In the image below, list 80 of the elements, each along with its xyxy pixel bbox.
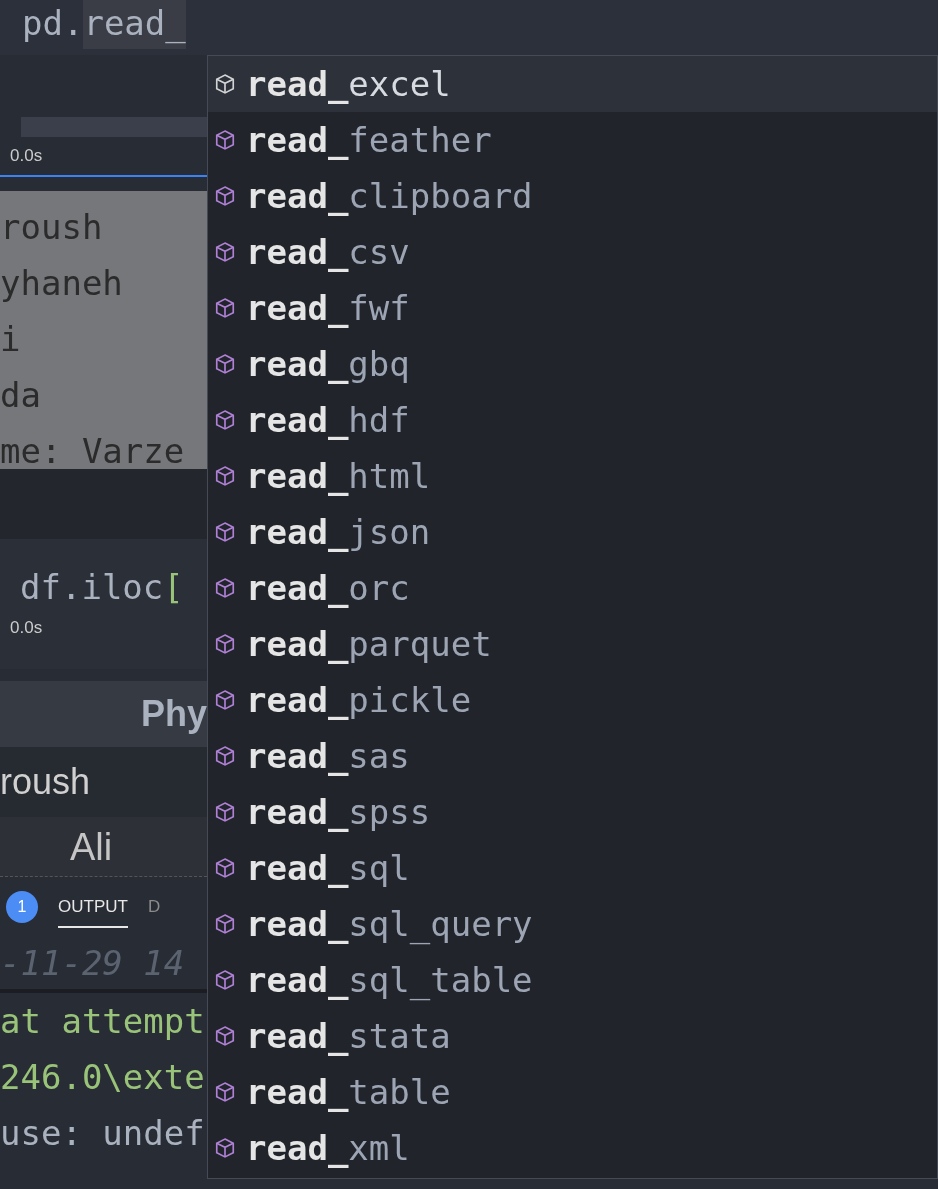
suggestion-item[interactable]: read_feather	[208, 112, 937, 168]
cube-icon	[214, 1137, 236, 1159]
count-badge: 1	[6, 891, 38, 923]
suggestion-item[interactable]: read_html	[208, 448, 937, 504]
cube-icon	[214, 241, 236, 263]
suggestion-item[interactable]: read_sql	[208, 840, 937, 896]
cube-icon	[214, 297, 236, 319]
suggestion-item[interactable]: read_sas	[208, 728, 937, 784]
cube-icon	[214, 745, 236, 767]
table-header: Phy	[140, 696, 207, 732]
log-line: use: undef	[0, 1111, 206, 1155]
table-cell: roush	[0, 764, 91, 800]
code-text: read_	[83, 0, 186, 49]
panel-tab[interactable]: OUTPUT	[58, 886, 128, 928]
suggestion-label: read_orc	[246, 566, 410, 610]
duration-text: 0.0s	[10, 617, 44, 639]
cube-icon	[214, 521, 236, 543]
suggestion-item[interactable]: read_sql_query	[208, 896, 937, 952]
cube-icon	[214, 969, 236, 991]
output-line: yhaneh	[0, 262, 124, 305]
cube-icon	[214, 129, 236, 151]
panel-tab[interactable]: D	[147, 886, 161, 928]
suggestion-item[interactable]: read_xml	[208, 1120, 937, 1176]
suggestion-label: read_csv	[246, 230, 410, 274]
suggestion-label: read_fwf	[246, 286, 410, 330]
log-line: 246.0\exte	[0, 1055, 206, 1099]
suggestion-item[interactable]: read_csv	[208, 224, 937, 280]
cube-icon	[214, 857, 236, 879]
suggestion-label: read_sql_table	[246, 958, 533, 1003]
suggestion-item[interactable]: read_gbq	[208, 336, 937, 392]
cube-icon	[214, 409, 236, 431]
suggestion-item[interactable]: read_fwf	[208, 280, 937, 336]
duration-text: 0.0s	[10, 145, 43, 168]
suggestion-item[interactable]: read_pickle	[208, 672, 937, 728]
suggestion-label: read_gbq	[246, 342, 410, 386]
cube-icon	[214, 1081, 236, 1103]
suggestion-label: read_parquet	[246, 622, 492, 666]
suggestion-label: read_spss	[246, 790, 431, 834]
suggestion-item[interactable]: read_table	[208, 1064, 937, 1120]
suggestion-item[interactable]: read_parquet	[208, 616, 937, 672]
suggestion-item[interactable]: read_clipboard	[208, 168, 937, 224]
output-line: i	[0, 318, 22, 361]
cube-icon	[214, 633, 236, 655]
suggestion-label: read_hdf	[246, 398, 410, 442]
suggestion-item[interactable]: read_hdf	[208, 392, 937, 448]
log-line: at attempt	[0, 999, 206, 1043]
suggestion-label: read_feather	[246, 118, 492, 162]
suggestion-label: read_stata	[246, 1014, 451, 1058]
code-text: pd.	[22, 2, 84, 45]
cube-icon	[214, 1025, 236, 1047]
cube-icon	[214, 913, 236, 935]
bracket-text: [	[163, 565, 184, 609]
suggestion-item[interactable]: read_json	[208, 504, 937, 560]
suggestion-label: read_pickle	[246, 678, 472, 722]
suggestion-label: read_html	[246, 454, 431, 498]
cube-icon	[214, 689, 236, 711]
cube-icon	[214, 801, 236, 823]
cube-icon	[214, 185, 236, 207]
suggestion-label: read_clipboard	[246, 174, 533, 218]
suggestion-item[interactable]: read_spss	[208, 784, 937, 840]
table-cell: Ali	[70, 827, 113, 866]
code-text: df.iloc	[20, 565, 164, 609]
cube-icon	[214, 353, 236, 375]
cube-icon	[214, 73, 236, 95]
suggestion-label: read_sql	[246, 846, 410, 890]
suggestion-label: read_excel	[246, 62, 451, 106]
cube-icon	[214, 465, 236, 487]
suggestion-item[interactable]: read_excel	[208, 56, 937, 112]
suggestion-item[interactable]: read_orc	[208, 560, 937, 616]
suggestion-item[interactable]: read_stata	[208, 1008, 937, 1064]
suggestion-label: read_sas	[246, 734, 410, 778]
suggestion-label: read_sql_query	[246, 902, 533, 947]
output-line: me: Varze	[0, 430, 186, 473]
suggestion-item[interactable]: read_sql_table	[208, 952, 937, 1008]
output-line: roush	[0, 206, 104, 249]
suggestion-label: read_json	[246, 510, 431, 554]
suggestion-label: read_xml	[246, 1126, 410, 1170]
cube-icon	[214, 577, 236, 599]
output-line: da	[0, 374, 42, 417]
suggestion-label: read_table	[246, 1070, 451, 1114]
